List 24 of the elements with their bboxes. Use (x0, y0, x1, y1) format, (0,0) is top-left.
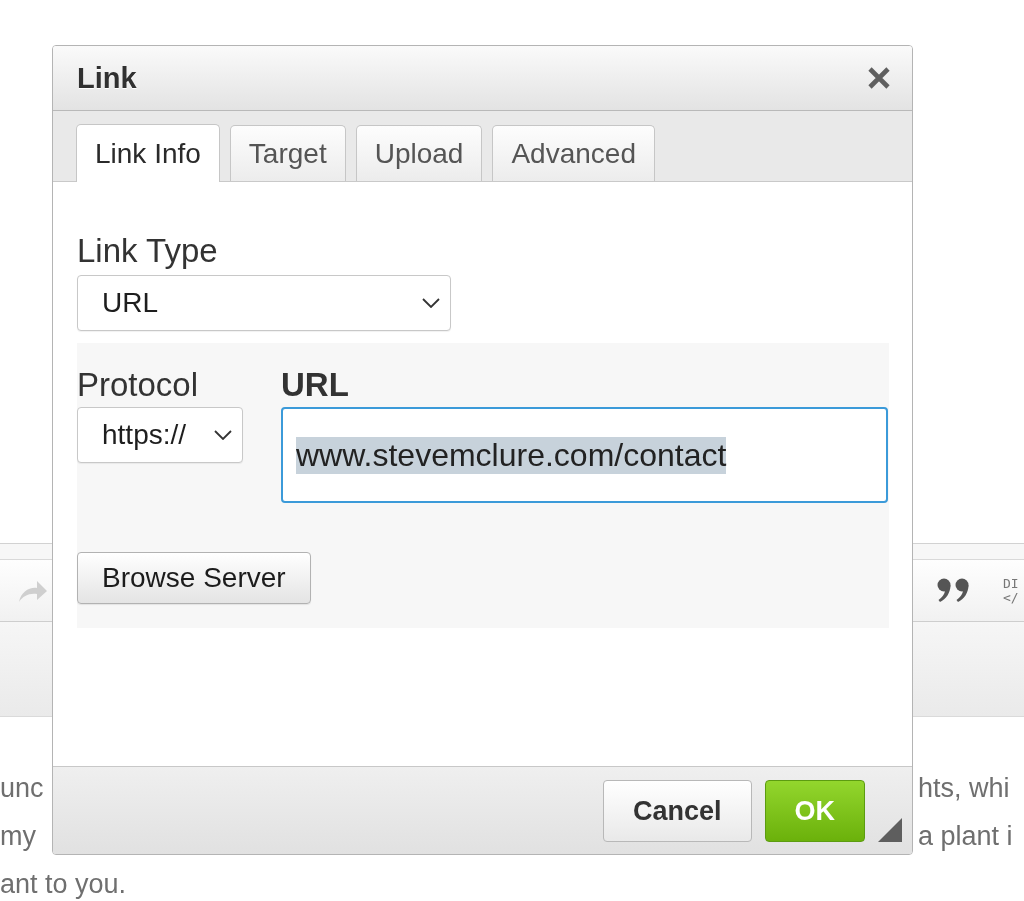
url-input[interactable]: www.stevemclure.com/contact (281, 407, 888, 503)
tab[interactable]: Advanced (492, 125, 655, 181)
close-icon[interactable] (867, 66, 891, 90)
code-tag-button[interactable]: DI </ (1003, 576, 1024, 605)
paragraph-text: my (0, 820, 36, 853)
tab[interactable]: Link Info (76, 124, 220, 182)
chevron-icon (422, 298, 440, 308)
field-label: Link Type (77, 232, 218, 270)
cancel-button[interactable]: Cancel (602, 780, 752, 842)
tab[interactable]: Target (229, 125, 346, 181)
chevron-icon (214, 430, 232, 440)
paragraph-text: a plant i (918, 820, 1014, 853)
paragraph-text: hts, whi (918, 772, 1011, 805)
browse-server-button[interactable]: Browse Server (77, 552, 311, 604)
tab[interactable]: Upload (355, 125, 483, 181)
paragraph-text: unc (0, 772, 44, 805)
protocol-select[interactable]: https:// (77, 407, 243, 463)
field-label: URL (281, 366, 349, 404)
field-label: Protocol (77, 366, 199, 404)
dialog-title: Link (77, 61, 137, 95)
resize-handle-icon[interactable] (878, 818, 902, 842)
link-type-select[interactable]: URL (77, 275, 451, 331)
quote-icon[interactable] (937, 578, 970, 603)
paragraph-text: ant to you. (0, 868, 127, 901)
